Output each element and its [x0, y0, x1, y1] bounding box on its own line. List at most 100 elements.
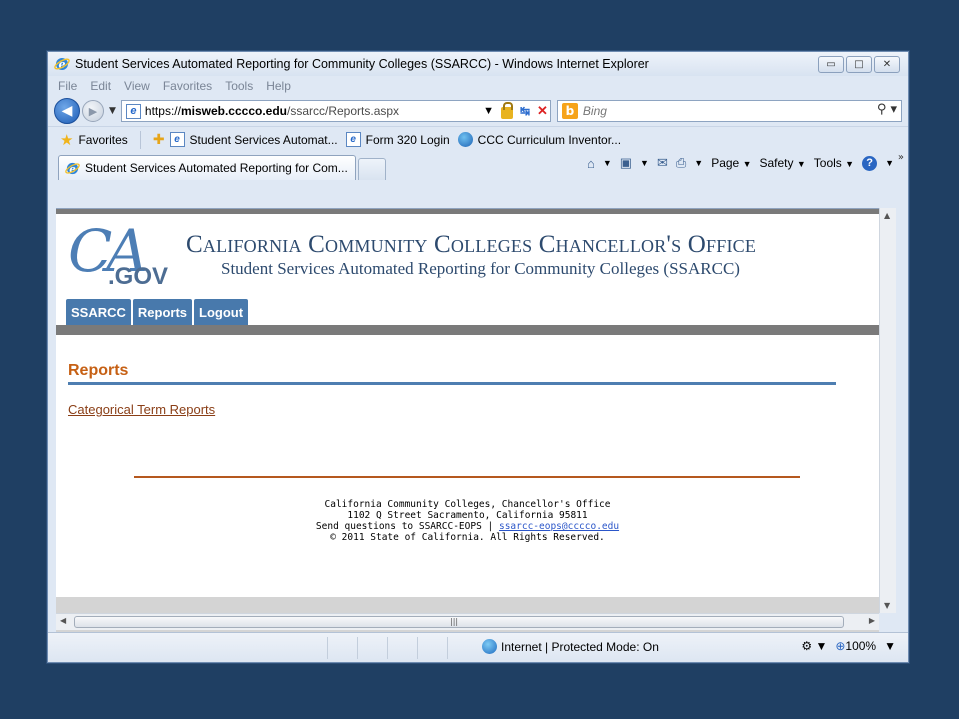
recent-pages-dropdown[interactable]: ▼ [109, 106, 116, 116]
footer-rule [134, 476, 800, 478]
search-icon[interactable]: ⚲ ▾ [877, 102, 897, 117]
address-dropdown-icon[interactable]: ▼ [483, 105, 494, 117]
scroll-up-icon[interactable]: ▲ [884, 211, 890, 220]
address-host: misweb.cccco.edu [180, 104, 287, 118]
status-right: ⚙ ▼ ⊕100% ▼ [801, 639, 896, 653]
zoom-dropdown-icon[interactable]: ▼ [884, 639, 896, 653]
safety-menu[interactable]: Safety ▼ [760, 156, 806, 170]
vertical-scrollbar[interactable]: ▲ ▼ [879, 208, 896, 613]
favorite-item-form320[interactable]: e Form 320 Login [345, 132, 450, 147]
window-title: Student Services Automated Reporting for… [75, 57, 649, 71]
browser-window: e Student Services Automated Reporting f… [47, 51, 909, 663]
more-commands-icon[interactable]: » [898, 152, 904, 163]
menu-help[interactable]: Help [266, 79, 291, 93]
grip-icon: ||| [450, 617, 459, 626]
maximize-button[interactable]: □ [846, 56, 872, 73]
categorical-term-reports-link[interactable]: Categorical Term Reports [68, 402, 215, 417]
favorites-button[interactable]: Favorites [78, 133, 127, 147]
security-zone[interactable]: Internet | Protected Mode: On [482, 639, 659, 654]
chevron-down-icon: ▼ [845, 159, 855, 169]
menu-view[interactable]: View [124, 79, 150, 93]
footer-copyright: © 2011 State of California. All Rights R… [330, 532, 605, 543]
ie-page-icon: e [169, 132, 185, 147]
globe-icon [457, 132, 473, 147]
minimize-button[interactable]: ▭ [818, 56, 844, 73]
nav-tab-reports[interactable]: Reports [132, 299, 193, 325]
search-box[interactable]: b Bing ⚲ ▾ [556, 100, 902, 122]
ie-page-icon: e [345, 132, 361, 147]
footer-contact: Send questions to SSARCC-EOPS | ssarcc-e… [56, 521, 879, 532]
home-icon[interactable]: ⌂ [587, 156, 595, 171]
help-dropdown-icon[interactable]: ▼ [885, 158, 894, 168]
footer-email-link[interactable]: ssarcc-eops@cccco.edu [499, 521, 619, 532]
print-dropdown-icon[interactable]: ▼ [694, 158, 703, 168]
status-segment [328, 636, 358, 659]
menu-file[interactable]: File [58, 79, 77, 93]
horizontal-scroll-thumb[interactable]: ||| [74, 616, 844, 628]
feeds-dropdown-icon[interactable]: ▼ [640, 158, 649, 168]
scroll-left-icon[interactable]: ◀ [60, 616, 66, 625]
command-bar: ⌂ ▼ ▣ ▼ ✉ ⎙ ▼ Page ▼ Safety ▼ Tools ▼ ? ▼ [587, 155, 894, 171]
tools-menu-label: Tools [813, 156, 842, 170]
close-button[interactable]: ✕ [874, 56, 900, 73]
menu-tools[interactable]: Tools [225, 79, 253, 93]
status-segment [48, 636, 328, 659]
zoom-control[interactable]: ⊕100% [835, 639, 876, 653]
favorites-separator [139, 130, 141, 149]
favorites-star-icon[interactable]: ★ [60, 131, 73, 149]
address-bar[interactable]: e https://misweb.cccco.edu/ssarcc/Report… [120, 100, 551, 122]
scroll-right-icon[interactable]: ▶ [869, 616, 875, 625]
refresh-icon[interactable]: ↹ [520, 104, 530, 118]
horizontal-scrollbar[interactable]: ◀ ||| ▶ [56, 613, 879, 630]
footer: California Community Colleges, Chancello… [56, 499, 879, 543]
ie-logo-icon: e [54, 58, 70, 71]
status-bar: Internet | Protected Mode: On ⚙ ▼ ⊕100% … [48, 632, 908, 662]
page-menu[interactable]: Page ▼ [711, 156, 751, 170]
navigation-bar: ◀ ▶ ▼ e https://misweb.cccco.edu/ssarcc/… [48, 96, 908, 126]
menu-bar: File Edit View Favorites Tools Help [48, 76, 908, 96]
protected-mode-icon[interactable]: ⚙ ▼ [801, 639, 827, 653]
site-title: California Community Colleges Chancellor… [186, 231, 757, 258]
home-dropdown-icon[interactable]: ▼ [603, 158, 612, 168]
page-icon: e [125, 103, 141, 119]
footer-org: California Community Colleges, Chancello… [324, 499, 611, 510]
ie-logo-icon: e [65, 162, 80, 175]
title-bar: e Student Services Automated Reporting f… [48, 52, 908, 76]
tab-row: e Student Services Automated Reporting f… [48, 152, 908, 180]
help-icon[interactable]: ? [862, 155, 878, 171]
chevron-down-icon: ▼ [796, 159, 806, 169]
nav-tab-logout[interactable]: Logout [194, 299, 249, 325]
window-controls: ▭ □ ✕ [818, 56, 900, 73]
feeds-icon[interactable]: ▣ [620, 155, 632, 171]
ca-gov-logo[interactable]: CA .GOV [64, 217, 170, 290]
address-path: /ssarcc/Reports.aspx [287, 104, 400, 118]
favorite-item-curriculum[interactable]: CCC Curriculum Inventor... [457, 132, 621, 147]
zoom-level: 100% [845, 639, 877, 653]
tab-title: Student Services Automated Reporting for… [85, 161, 348, 175]
status-segment [388, 636, 418, 659]
menu-favorites[interactable]: Favorites [163, 79, 212, 93]
address-actions: ▼ ↹ ✕ [483, 101, 548, 121]
page-menu-label: Page [711, 156, 740, 170]
print-icon[interactable]: ⎙ [676, 155, 686, 171]
menu-edit[interactable]: Edit [90, 79, 111, 93]
heading-rule [68, 382, 836, 385]
tools-menu[interactable]: Tools ▼ [814, 156, 854, 170]
arrow-left-icon: ◀ [61, 103, 73, 119]
mail-icon[interactable]: ✉ [657, 155, 668, 171]
new-tab-button[interactable] [358, 158, 386, 180]
address-scheme: https:// [144, 104, 181, 118]
add-favorite-icon[interactable]: ✚ [153, 131, 165, 148]
favorite-item-ssarcc[interactable]: e Student Services Automat... [169, 132, 338, 147]
forward-button[interactable]: ▶ [82, 100, 104, 122]
stop-icon[interactable]: ✕ [537, 103, 548, 119]
zoom-icon: ⊕ [835, 639, 846, 653]
lock-icon[interactable] [500, 102, 513, 119]
chevron-down-icon: ▼ [742, 159, 752, 169]
page-content: CA .GOV California Community Colleges Ch… [56, 208, 879, 613]
nav-tab-ssarcc[interactable]: SSARCC [66, 299, 131, 325]
tab-ssarcc[interactable]: e Student Services Automated Reporting f… [58, 155, 356, 180]
logo-gov-text: .GOV [108, 263, 169, 290]
scroll-down-icon[interactable]: ▼ [884, 601, 890, 610]
back-button[interactable]: ◀ [54, 98, 80, 124]
